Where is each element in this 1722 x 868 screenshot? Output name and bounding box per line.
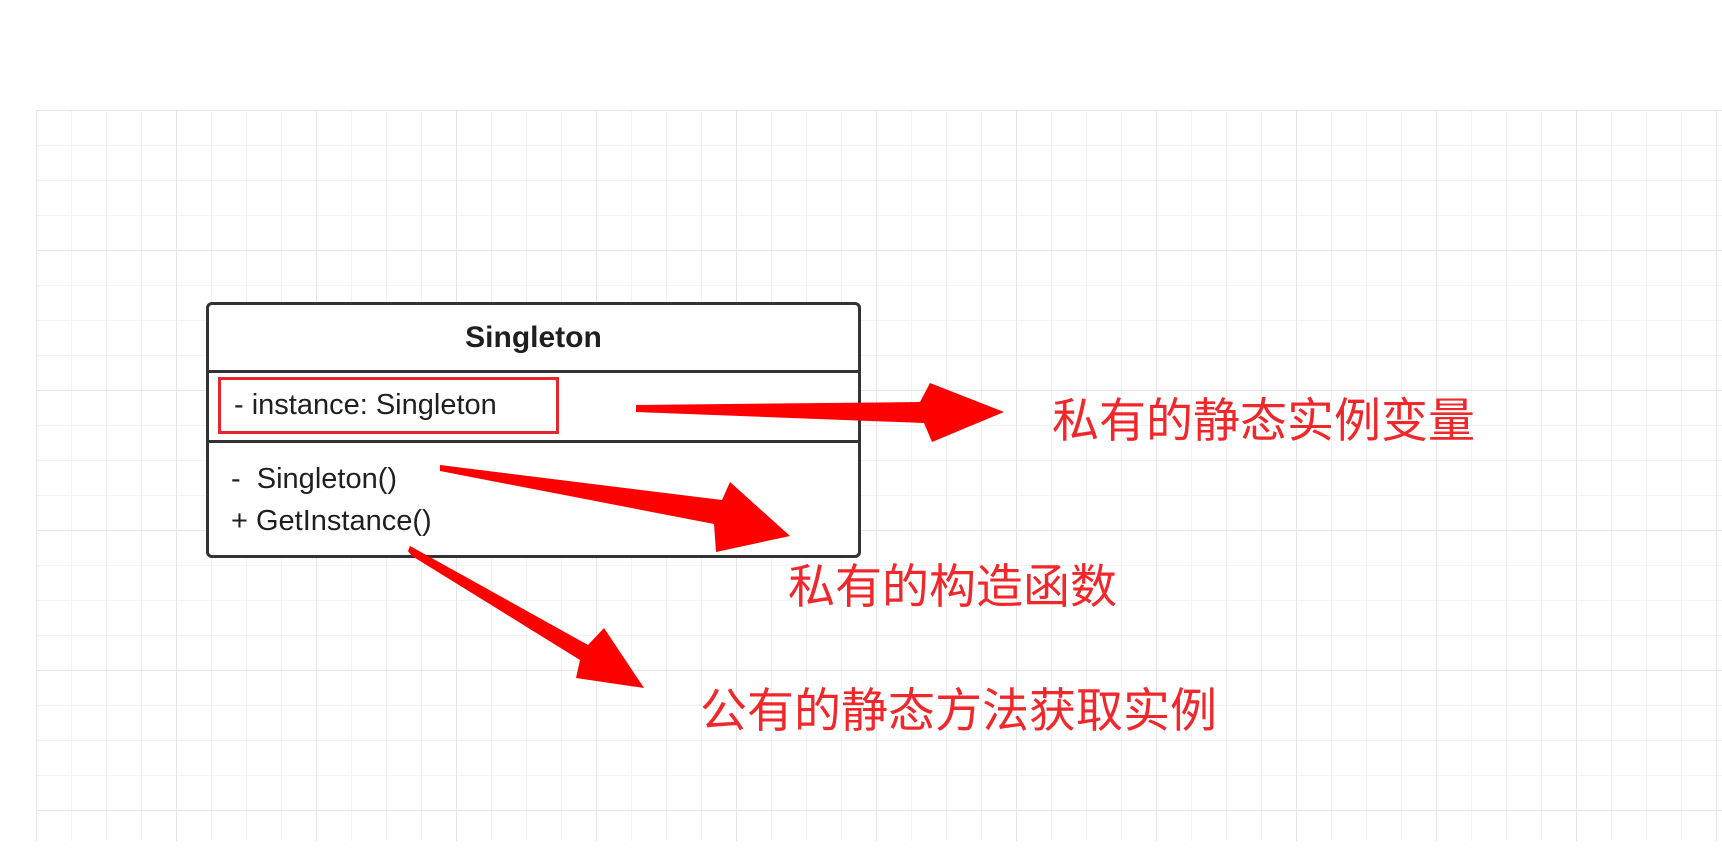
get-instance-arrow [408, 546, 644, 688]
attribute-annotation: 私有的静态实例变量 [1052, 394, 1475, 449]
constructor-annotation: 私有的构造函数 [788, 560, 1117, 615]
attribute-arrow [636, 383, 1004, 442]
method-annotation: 公有的静态方法获取实例 [700, 684, 1217, 739]
constructor-arrow [440, 465, 790, 552]
diagram-canvas: Singleton - instance: Singleton - Single… [0, 0, 1722, 868]
